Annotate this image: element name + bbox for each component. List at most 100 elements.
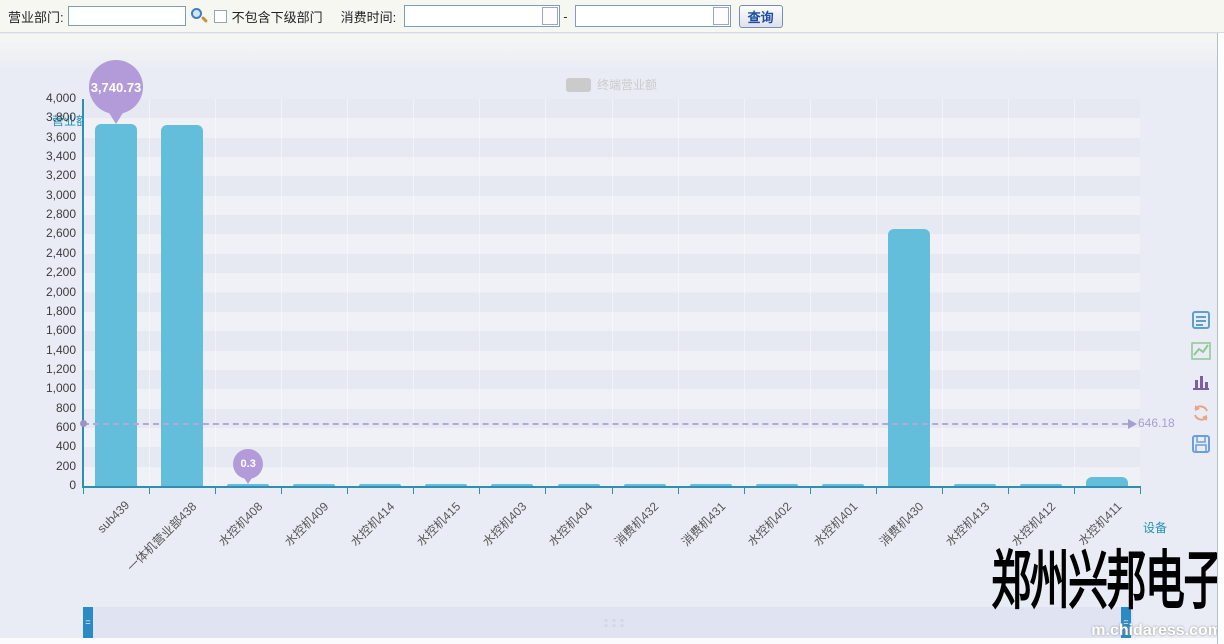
x-axis-label: 水控机413	[941, 498, 993, 550]
bottom-edge	[0, 638, 1218, 644]
x-axis-tick	[215, 488, 216, 494]
search-handle	[201, 16, 208, 23]
y-tick-label: 2,800	[4, 207, 76, 221]
y-tick-label: 2,600	[4, 226, 76, 240]
bar	[558, 484, 600, 486]
dept-label: 营业部门:	[8, 7, 64, 26]
datazoom-grip-dots[interactable]	[602, 618, 626, 628]
max-value-pin: 3,740.73	[89, 60, 143, 124]
restore-icon[interactable]	[1191, 403, 1211, 423]
x-axis-tick	[876, 488, 877, 494]
x-axis-tick	[479, 488, 480, 494]
x-axis-label: 水控机402	[743, 498, 795, 550]
calendar-to-icon[interactable]	[713, 7, 729, 25]
bar	[1020, 484, 1062, 486]
average-value-label: 646.18	[1138, 416, 1175, 430]
exclude-subdept-label: 不包含下级部门	[232, 7, 323, 26]
x-axis-tick	[545, 488, 546, 494]
dept-input[interactable]	[68, 6, 186, 26]
x-axis-tick	[1008, 488, 1009, 494]
bar-chart-icon[interactable]	[1191, 372, 1211, 392]
y-tick-label: 2,000	[4, 285, 76, 299]
grid-vline	[744, 99, 745, 486]
y-tick-label: 200	[4, 459, 76, 473]
max-value-pin-text: 3,740.73	[89, 60, 143, 114]
datazoom-left-handle[interactable]: =	[83, 607, 93, 638]
datazoom-track[interactable]: = =	[83, 607, 1133, 638]
right-border	[1217, 0, 1218, 644]
bar	[227, 484, 269, 486]
grid-vline	[612, 99, 613, 486]
x-axis-label: sub439	[94, 498, 132, 536]
legend-item-terminal-revenue[interactable]: 终端营业额	[566, 76, 657, 93]
grid-vline	[1008, 99, 1009, 486]
bar	[624, 484, 666, 486]
search-icon[interactable]	[190, 7, 208, 25]
chart-toolbox	[1191, 310, 1213, 465]
min-value-pin-tail	[241, 473, 255, 484]
query-button[interactable]: 查询	[739, 5, 783, 28]
url-watermark: m.chidaress.com	[1091, 622, 1222, 640]
x-axis-label: 水控机404	[545, 498, 597, 550]
bar	[95, 124, 137, 486]
bar	[1086, 477, 1128, 486]
x-axis-label: 水控机409	[281, 498, 333, 550]
min-value-pin: 0.3	[233, 449, 263, 484]
bar	[888, 229, 930, 486]
y-tick-label: 1,400	[4, 343, 76, 357]
x-axis-tick	[281, 488, 282, 494]
x-axis-label: 水控机408	[215, 498, 267, 550]
grid-vline	[876, 99, 877, 486]
y-tick-label: 1,600	[4, 323, 76, 337]
line-chart-icon[interactable]	[1191, 341, 1211, 361]
grid-vline	[545, 99, 546, 486]
x-axis-tick	[810, 488, 811, 494]
x-axis-tick	[347, 488, 348, 494]
grid-vline	[1074, 99, 1075, 486]
data-view-icon[interactable]	[1191, 310, 1211, 330]
legend-swatch	[566, 78, 591, 92]
x-axis-label: 消费机430	[875, 498, 927, 550]
x-axis-tick	[149, 488, 150, 494]
date-from-wrap	[404, 5, 560, 27]
grid-vline	[942, 99, 943, 486]
y-tick-label: 2,200	[4, 265, 76, 279]
bar	[425, 484, 467, 486]
date-to-input[interactable]	[575, 5, 731, 27]
grid-vline	[149, 99, 150, 486]
bar	[690, 484, 732, 486]
average-line-arrow	[1128, 419, 1137, 429]
average-line	[83, 423, 1128, 425]
bar	[756, 484, 798, 486]
grid-vline	[678, 99, 679, 486]
x-axis-tick	[1074, 488, 1075, 494]
y-tick-label: 3,400	[4, 149, 76, 163]
grid-vline	[281, 99, 282, 486]
grid-vline	[413, 99, 414, 486]
y-tick-label: 800	[4, 401, 76, 415]
grid-vline	[347, 99, 348, 486]
save-image-icon[interactable]	[1191, 434, 1211, 454]
grid-vline	[215, 99, 216, 486]
x-axis-label: 消费机432	[611, 498, 663, 550]
y-tick-label: 2,400	[4, 246, 76, 260]
x-axis-label: 水控机415	[413, 498, 465, 550]
x-axis-tick	[1140, 488, 1141, 494]
calendar-from-icon[interactable]	[542, 7, 558, 25]
y-tick-label: 3,200	[4, 168, 76, 182]
x-axis-label: 水控机401	[809, 498, 861, 550]
max-value-pin-tail	[106, 108, 126, 124]
x-axis-tick	[942, 488, 943, 494]
x-axis-label: 一体机营业部438	[123, 498, 200, 575]
y-tick-label: 3,800	[4, 110, 76, 124]
bar	[359, 484, 401, 486]
x-axis-tick	[413, 488, 414, 494]
exclude-subdept-checkbox[interactable]	[214, 10, 227, 23]
x-axis-tick	[612, 488, 613, 494]
bar	[161, 125, 203, 486]
bar	[491, 484, 533, 486]
y-tick-label: 1,000	[4, 381, 76, 395]
grid-vline	[479, 99, 480, 486]
y-tick-label: 0	[4, 478, 76, 492]
date-from-input[interactable]	[404, 5, 560, 27]
